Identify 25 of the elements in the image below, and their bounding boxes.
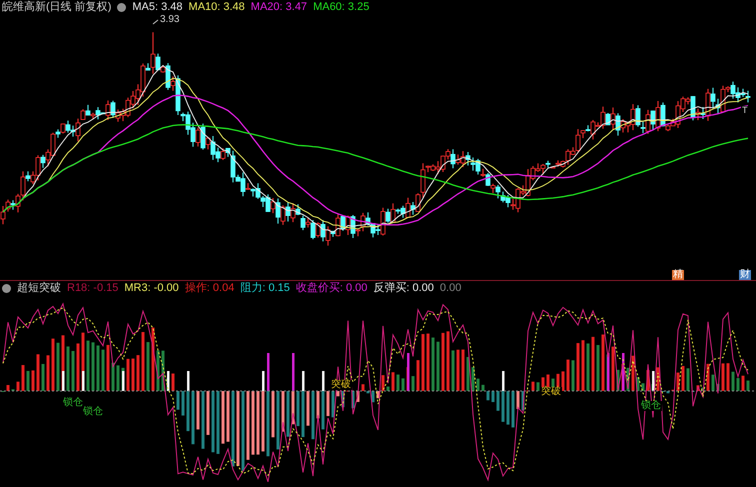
signal-label: 锁仓: [640, 401, 662, 411]
indicator-value: MA20: 3.47: [250, 2, 308, 12]
indicator-title: 超短突破: [17, 282, 61, 294]
leader-line: [152, 20, 158, 24]
chart-title: 皖维高新(日线 前复权): [2, 2, 112, 12]
signal-label: 锁仓: [82, 407, 104, 417]
signal-label: 突破: [330, 380, 352, 390]
event-badge[interactable]: 财: [739, 270, 751, 280]
indicator-value: MA10: 3.48: [188, 2, 245, 12]
indicator-value: MA60: 3.25: [313, 2, 370, 12]
settings-icon[interactable]: [117, 2, 126, 12]
high-price-label: 3.93: [160, 15, 180, 25]
marker-label: T: [741, 106, 748, 115]
indicator-value: 0.00: [440, 282, 462, 294]
signal-label: 锁仓: [62, 398, 84, 408]
event-badge[interactable]: 精: [672, 270, 684, 280]
indicator-value: MA5: 3.48: [132, 2, 183, 12]
indicator-value: 收盘价买: 0.00: [296, 282, 368, 294]
settings-icon[interactable]: [2, 284, 11, 292]
indicator-value: 操作: 0.04: [184, 282, 234, 294]
indicator-value: MR3: -0.00: [124, 282, 179, 294]
indicator-value: R18: -0.15: [67, 282, 118, 294]
signal-label: 突破: [540, 387, 562, 397]
indicator-value: 反弹买: 0.00: [373, 282, 434, 294]
indicator-value: 阻力: 0.15: [240, 282, 290, 294]
